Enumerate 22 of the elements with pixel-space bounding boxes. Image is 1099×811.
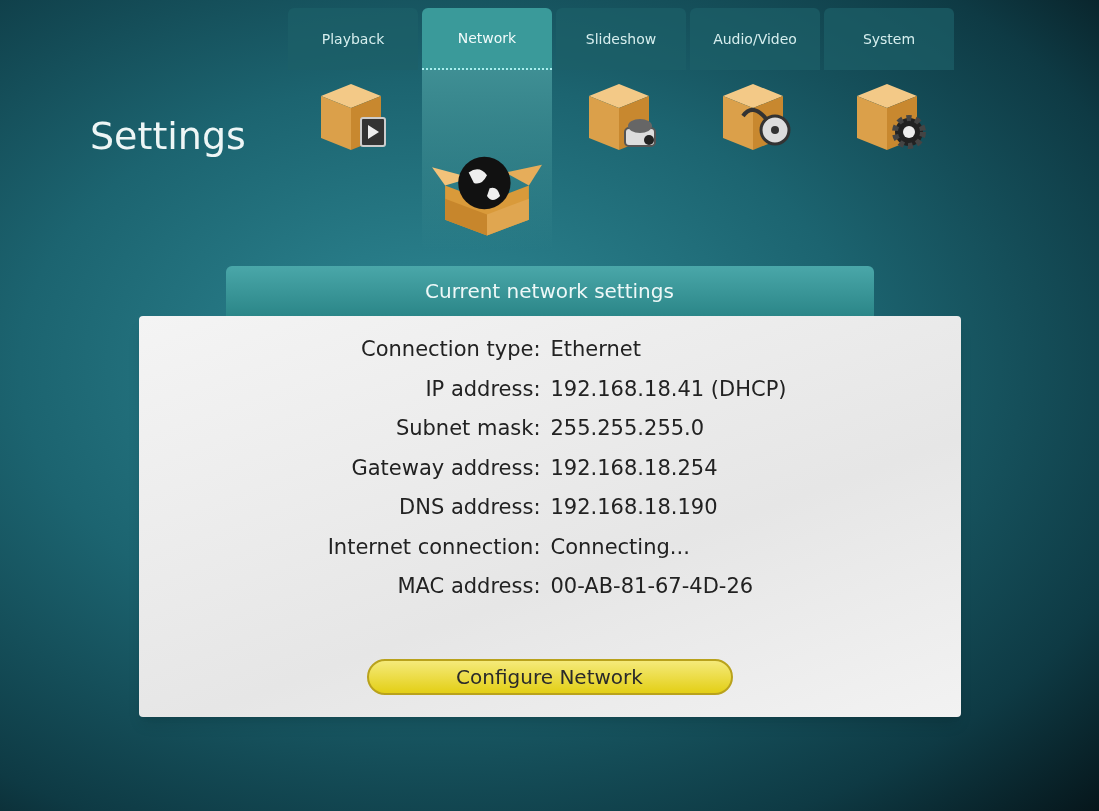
setting-value: Ethernet xyxy=(550,336,642,363)
setting-value: 00-AB-81-67-4D-26 xyxy=(550,573,755,600)
setting-value: 192.168.18.41 (DHCP) xyxy=(550,375,788,403)
setting-label: MAC address: xyxy=(396,573,541,600)
setting-label: Subnet mask: xyxy=(394,415,541,442)
setting-value: 255.255.255.0 xyxy=(550,415,706,442)
setting-label: Connection type: xyxy=(360,336,541,363)
setting-label: Gateway address: xyxy=(350,454,541,482)
panel-header: Current network settings xyxy=(225,266,874,316)
setting-label: Internet connection: xyxy=(326,533,541,561)
settings-tab[interactable]: Slideshow xyxy=(556,8,686,70)
setting-value: 192.168.18.190 xyxy=(550,494,719,521)
settings-tab[interactable]: Audio/Video xyxy=(690,8,820,70)
settings-tab[interactable]: Network xyxy=(422,8,552,70)
setting-value: Connecting... xyxy=(550,533,691,561)
settings-tab[interactable]: Playback xyxy=(288,8,418,70)
setting-label: DNS address: xyxy=(398,494,541,521)
page-title: Settings xyxy=(90,114,246,158)
settings-tab[interactable]: System xyxy=(824,8,954,70)
setting-label: IP address: xyxy=(424,375,541,403)
configure-network-button[interactable]: Configure Network xyxy=(366,658,733,695)
setting-value: 192.168.18.254 xyxy=(550,454,719,482)
